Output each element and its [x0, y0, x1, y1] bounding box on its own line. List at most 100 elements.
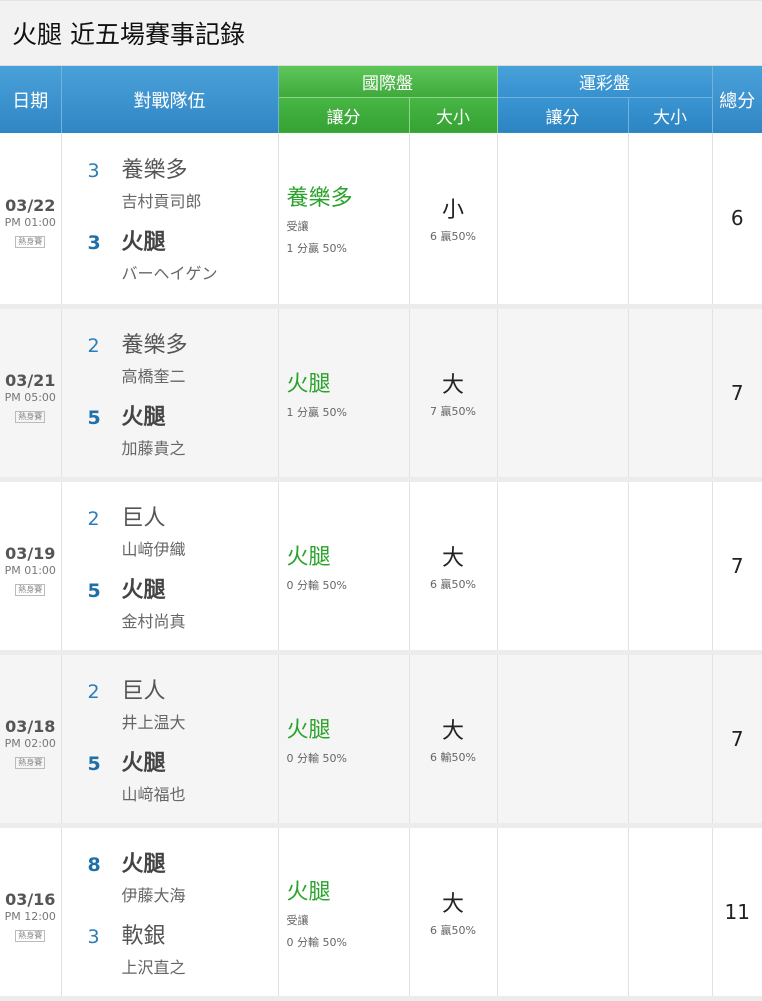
matchup-cell: 2 巨人 井上温大 5 火腿 山﨑福也: [61, 652, 279, 825]
total-pick: 大: [441, 372, 464, 398]
spread-note: 受讓: [286, 220, 309, 234]
away-team-name[interactable]: 巨人: [122, 673, 166, 705]
game-row[interactable]: 03/19 PM 01:00 熱身賽 2 巨人 山﨑伊織 5 火腿 金村尚真 火…: [0, 479, 762, 652]
lottery-total-cell: [628, 479, 713, 652]
home-team: 5 火腿 加藤貴之: [88, 399, 278, 459]
score-total: 7: [712, 479, 762, 652]
home-team-name[interactable]: 軟銀: [122, 918, 166, 950]
away-team: 3 養樂多 吉村貢司郎: [88, 152, 278, 212]
away-score: 2: [87, 507, 100, 530]
game-type-badge: 熱身賽: [15, 236, 46, 249]
away-team-name[interactable]: 養樂多: [122, 327, 188, 359]
away-score: 2: [87, 334, 100, 357]
game-type-badge: 熱身賽: [15, 583, 46, 596]
game-time: PM 01:00: [4, 563, 56, 577]
game-type-badge: 熱身賽: [15, 410, 46, 423]
away-score: 3: [87, 160, 100, 183]
away-team-name[interactable]: 養樂多: [122, 152, 188, 184]
away-team-name[interactable]: 火腿: [122, 846, 166, 878]
game-date: 03/22: [5, 196, 56, 216]
total-pick: 大: [441, 545, 464, 571]
game-type-badge: 熱身賽: [15, 756, 46, 769]
spread-note: 受讓: [286, 913, 309, 927]
home-team: 5 火腿 山﨑福也: [88, 745, 278, 805]
game-time: PM 12:00: [4, 909, 56, 923]
home-score: 3: [87, 232, 101, 255]
header-intl-total: 大小: [409, 97, 498, 133]
date-cell: 03/16 PM 12:00 熱身賽: [0, 825, 62, 998]
spread-result: 0 分輸 50%: [286, 751, 347, 765]
game-row[interactable]: 03/16 PM 12:00 熱身賽 8 火腿 伊藤大海 3 軟銀 上沢直之 火…: [0, 825, 762, 998]
matchup-cell: 3 養樂多 吉村貢司郎 3 火腿 バーヘイゲン: [61, 133, 279, 306]
game-time: PM 02:00: [4, 736, 56, 750]
home-team-name[interactable]: 火腿: [122, 572, 166, 604]
intl-spread-cell: 養樂多 受讓 1 分贏 50%: [278, 133, 410, 306]
home-pitcher: 加藤貴之: [121, 438, 186, 458]
total-result: 6 贏50%: [430, 923, 476, 937]
game-date: 03/16: [5, 889, 56, 909]
total-pick: 小: [441, 198, 464, 224]
home-team-name[interactable]: 火腿: [122, 399, 166, 431]
game-type-badge: 熱身賽: [15, 929, 46, 942]
date-cell: 03/21 PM 05:00 熱身賽: [0, 306, 62, 479]
spread-team: 火腿: [286, 371, 331, 397]
total-pick: 大: [441, 718, 464, 744]
home-team: 3 軟銀 上沢直之: [88, 918, 278, 978]
intl-total-cell: 大 6 輸50%: [409, 652, 498, 825]
away-team-name[interactable]: 巨人: [122, 500, 166, 532]
matchup-cell: 2 巨人 山﨑伊織 5 火腿 金村尚真: [61, 479, 279, 652]
header-score-total: 總分: [712, 66, 762, 133]
intl-spread-cell: 火腿 受讓 0 分輸 50%: [278, 825, 410, 998]
date-cell: 03/18 PM 02:00 熱身賽: [0, 652, 62, 825]
lottery-spread-cell: [497, 825, 629, 998]
header-lottery-line: 運彩盤: [497, 66, 713, 98]
total-pick: 大: [441, 891, 464, 917]
away-pitcher: 高橋奎二: [121, 366, 186, 386]
spread-team: 火腿: [286, 717, 331, 743]
away-pitcher: 伊藤大海: [121, 885, 186, 905]
spread-result: 0 分輸 50%: [286, 578, 347, 592]
spread-result: 1 分贏 50%: [286, 242, 347, 256]
spread-result: 0 分輸 50%: [286, 935, 347, 949]
lottery-total-cell: [628, 825, 713, 998]
total-result: 6 贏50%: [430, 577, 476, 591]
header-matchup: 對戰隊伍: [61, 66, 279, 133]
home-score: 5: [87, 406, 101, 429]
game-row[interactable]: 03/21 PM 05:00 熱身賽 2 養樂多 高橋奎二 5 火腿 加藤貴之 …: [0, 306, 762, 479]
intl-total-cell: 大 6 贏50%: [409, 479, 498, 652]
home-score: 5: [87, 579, 101, 602]
home-pitcher: 上沢直之: [121, 957, 186, 977]
home-team-name[interactable]: 火腿: [122, 224, 166, 256]
game-date: 03/21: [5, 370, 56, 390]
home-pitcher: バーヘイゲン: [121, 264, 218, 284]
game-time: PM 05:00: [4, 390, 56, 404]
header-date: 日期: [0, 66, 62, 133]
lottery-spread-cell: [497, 479, 629, 652]
home-team: 3 火腿 バーヘイゲン: [88, 224, 278, 284]
lottery-spread-cell: [497, 652, 629, 825]
score-total: 11: [712, 825, 762, 998]
home-team-name[interactable]: 火腿: [122, 745, 166, 777]
lottery-spread-cell: [497, 306, 629, 479]
score-total: 7: [712, 652, 762, 825]
home-score: 3: [87, 925, 100, 948]
date-cell: 03/19 PM 01:00 熱身賽: [0, 479, 62, 652]
spread-team: 火腿: [286, 544, 331, 570]
away-team: 8 火腿 伊藤大海: [88, 846, 278, 906]
spread-result: 1 分贏 50%: [286, 405, 347, 419]
away-pitcher: 吉村貢司郎: [121, 192, 202, 212]
total-result: 7 贏50%: [430, 404, 476, 418]
away-team: 2 巨人 山﨑伊織: [88, 500, 278, 560]
away-score: 8: [87, 853, 101, 876]
matchup-cell: 8 火腿 伊藤大海 3 軟銀 上沢直之: [61, 825, 279, 998]
game-date: 03/18: [5, 716, 56, 736]
game-row[interactable]: 03/22 PM 01:00 熱身賽 3 養樂多 吉村貢司郎 3 火腿 バーヘイ…: [0, 133, 762, 306]
away-team: 2 養樂多 高橋奎二: [88, 327, 278, 387]
intl-spread-cell: 火腿 0 分輸 50%: [278, 479, 410, 652]
intl-total-cell: 大 6 贏50%: [409, 825, 498, 998]
home-pitcher: 山﨑福也: [121, 784, 186, 804]
panel-title: 火腿 近五場賽事記錄: [0, 0, 762, 66]
intl-total-cell: 小 6 贏50%: [409, 133, 498, 306]
game-row[interactable]: 03/18 PM 02:00 熱身賽 2 巨人 井上温大 5 火腿 山﨑福也 火…: [0, 652, 762, 825]
games-body: 03/22 PM 01:00 熱身賽 3 養樂多 吉村貢司郎 3 火腿 バーヘイ…: [0, 133, 762, 998]
